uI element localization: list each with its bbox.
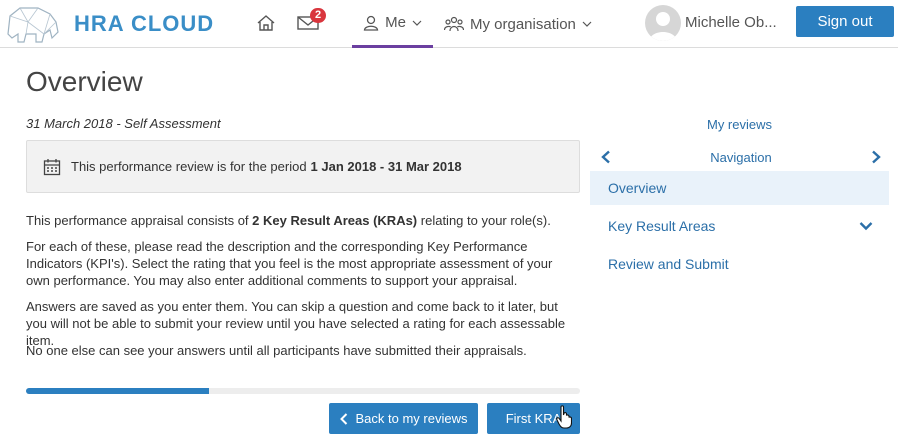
period-text: This performance review is for the perio… [71, 159, 307, 174]
avatar[interactable] [645, 5, 681, 41]
hra-elephant-logo-icon [7, 7, 59, 43]
back-to-my-reviews-button[interactable]: Back to my reviews [329, 403, 478, 434]
nav-me-label: Me [385, 14, 406, 31]
back-button-label: Back to my reviews [355, 411, 468, 426]
nav-my-organisation[interactable]: My organisation [444, 0, 592, 48]
chevron-down-icon [582, 21, 592, 27]
sidebar-item-review-and-submit[interactable]: Review and Submit [590, 247, 889, 281]
sidebar-item-key-result-areas[interactable]: Key Result Areas [590, 209, 889, 243]
organisation-icon [444, 16, 464, 32]
intro-text-end: relating to your role(s). [420, 213, 551, 228]
chevron-down-icon[interactable] [859, 220, 873, 232]
chevron-right-icon[interactable] [870, 150, 882, 164]
review-period-notice: This performance review is for the perio… [26, 140, 580, 193]
sidebar-item-overview[interactable]: Overview [590, 171, 889, 205]
user-name[interactable]: Michelle Ob... [685, 14, 777, 31]
nav-org-label: My organisation [470, 15, 576, 33]
kra-count: 2 Key Result Areas (KRAs) [252, 213, 418, 228]
sign-out-button[interactable]: Sign out [796, 6, 894, 37]
sidebar-item-label: Overview [608, 180, 667, 196]
sidebar-item-label: Key Result Areas [608, 218, 716, 234]
calendar-icon [43, 158, 61, 175]
chevron-left-icon [339, 412, 347, 425]
chevron-down-icon [412, 20, 422, 26]
home-icon [257, 15, 275, 31]
top-navigation-bar: HRA CLOUD 2 Me My organisation Michelle … [0, 0, 898, 48]
logo-text: HRA CLOUD [74, 11, 215, 36]
privacy-paragraph: No one else can see your answers until a… [26, 343, 527, 358]
chevron-left-icon[interactable] [600, 150, 612, 164]
period-range: 1 Jan 2018 - 31 Mar 2018 [310, 159, 462, 174]
review-progress-bar [26, 388, 580, 394]
intro-paragraph: This performance appraisal consists of 2… [26, 212, 576, 229]
logo[interactable]: HRA CLOUD [4, 4, 214, 44]
page-title: Overview [26, 66, 143, 97]
nav-me[interactable]: Me [352, 0, 433, 48]
intro-text-start: This performance appraisal consists of [26, 213, 249, 228]
my-reviews-link[interactable]: My reviews [590, 117, 889, 132]
sidebar-item-label: Review and Submit [608, 256, 729, 272]
navigation-label: Navigation [710, 149, 772, 165]
progress-fill [26, 388, 209, 394]
instructions-paragraph: For each of these, please read the descr… [26, 239, 553, 288]
review-subtitle: 31 March 2018 - Self Assessment [26, 116, 221, 131]
home-button[interactable] [254, 12, 278, 34]
review-navigation-header: Navigation [600, 147, 882, 167]
hand-cursor-icon [556, 405, 572, 429]
first-kra-label: First KRA [505, 411, 562, 426]
avatar-placeholder-icon [649, 12, 677, 41]
user-icon [363, 15, 379, 31]
notification-badge: 2 [310, 8, 327, 23]
